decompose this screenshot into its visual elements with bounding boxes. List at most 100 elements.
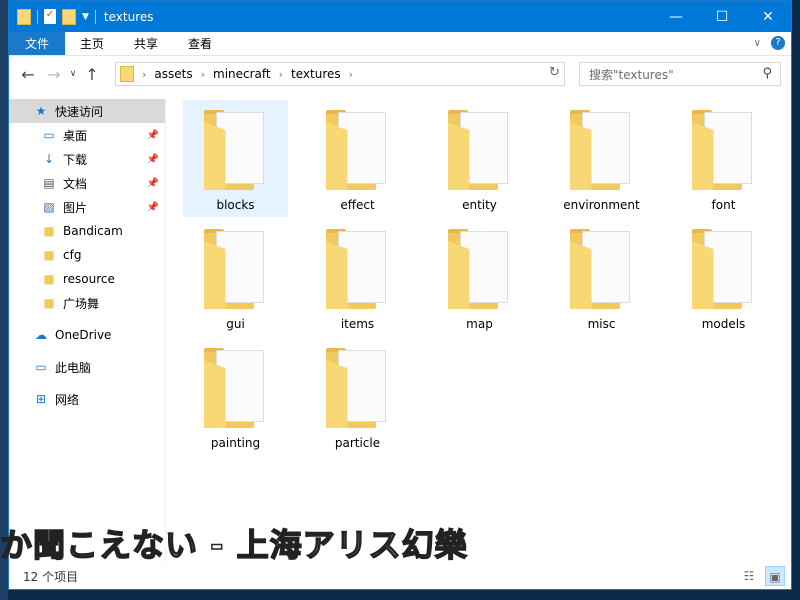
sidebar-item[interactable]: ↓ 下载 📌: [9, 147, 165, 171]
quick-access-toolbar: ✓ ▼: [17, 8, 96, 25]
sidebar-item-label: OneDrive: [55, 328, 112, 342]
folder-name: misc: [587, 317, 616, 331]
sidebar-item-label: 网络: [55, 392, 80, 407]
folder-name: environment: [563, 198, 640, 212]
folder-name: painting: [210, 436, 261, 450]
desktop-icon: ▭: [43, 128, 55, 142]
folder-item[interactable]: font: [671, 100, 776, 217]
maximize-button[interactable]: ☐: [699, 1, 745, 32]
properties-icon[interactable]: ✓: [44, 9, 56, 24]
divider: [94, 9, 96, 24]
sidebar-item[interactable]: ▭ 桌面 📌: [9, 123, 165, 147]
folder-icon: ■: [43, 248, 55, 262]
folder-item[interactable]: effect: [305, 100, 410, 217]
folder-item[interactable]: entity: [427, 100, 532, 217]
folder-icon: ■: [43, 224, 55, 238]
close-button[interactable]: ✕: [745, 1, 791, 32]
pin-icon[interactable]: 📌: [147, 178, 159, 189]
chevron-right-icon[interactable]: ›: [142, 68, 146, 81]
folder-item[interactable]: painting: [183, 338, 288, 455]
folder-icon: [120, 66, 134, 82]
navigation-pane: ★ 快速访问 ▭ 桌面 📌 ↓ 下载 📌 ▤ 文档 📌 ▨ 图片 📌 ■ Bandicam ■ cfg ■ resou…: [9, 99, 166, 564]
folder-name: gui: [226, 317, 245, 331]
subtitle-overlay: か聞こえない - 上海アリス幻樂: [0, 525, 468, 565]
folder-item[interactable]: environment: [549, 100, 654, 217]
folder-icon: [325, 110, 390, 190]
folder-name: models: [701, 317, 746, 331]
recent-locations-icon[interactable]: ∨: [67, 69, 79, 79]
sidebar-item[interactable]: ▨ 图片 📌: [9, 195, 165, 219]
folder-item[interactable]: blocks: [183, 100, 288, 217]
pin-icon[interactable]: 📌: [147, 202, 159, 213]
status-bar: 12 个项目 ☷ ▣: [9, 563, 791, 589]
sidebar-item[interactable]: ■ resource: [9, 267, 165, 291]
help-icon[interactable]: ?: [771, 36, 785, 50]
sidebar-item-label: cfg: [63, 248, 82, 262]
download-icon: ↓: [43, 152, 55, 166]
folder-icon: [569, 110, 634, 190]
sidebar-item[interactable]: ▤ 文档 📌: [9, 171, 165, 195]
sidebar-item[interactable]: ★ 快速访问: [9, 99, 165, 123]
search-icon: ⚲: [762, 66, 772, 81]
back-button[interactable]: ←: [15, 65, 41, 84]
folder-icon: [569, 229, 634, 309]
file-list: blocks effect entity environment font gui item…: [167, 99, 791, 564]
breadcrumb-textures[interactable]: textures: [291, 67, 341, 81]
folder-name: font: [711, 198, 736, 212]
tab-home[interactable]: 主页: [65, 32, 119, 55]
search-input[interactable]: 搜索"textures" ⚲: [579, 62, 781, 86]
folder-item[interactable]: items: [305, 219, 410, 336]
forward-button[interactable]: →: [41, 65, 67, 84]
large-icons-view-button[interactable]: ▣: [765, 566, 785, 586]
sidebar-item-label: resource: [63, 272, 115, 286]
pin-icon[interactable]: 📌: [147, 154, 159, 165]
sidebar-item[interactable]: ☁ OneDrive: [9, 323, 165, 347]
folder-item[interactable]: map: [427, 219, 532, 336]
folder-name: map: [466, 317, 493, 331]
sidebar-item-label: 图片: [63, 200, 88, 215]
folder-icon: [203, 110, 268, 190]
sidebar-item-label: 快速访问: [55, 104, 104, 119]
new-folder-icon[interactable]: [62, 8, 76, 25]
expand-ribbon-icon[interactable]: ∨: [754, 38, 761, 49]
breadcrumb-minecraft[interactable]: minecraft: [213, 67, 271, 81]
sidebar-item[interactable]: ■ cfg: [9, 243, 165, 267]
network-icon: ⊞: [35, 392, 47, 406]
address-bar-row: ← → ∨ ↑ › assets › minecraft › textures …: [9, 56, 791, 92]
sidebar-item[interactable]: ⊞ 网络: [9, 387, 165, 411]
tab-view[interactable]: 查看: [173, 32, 227, 55]
sidebar-item[interactable]: ■ 广场舞: [9, 291, 165, 315]
folder-item[interactable]: models: [671, 219, 776, 336]
tab-file[interactable]: 文件: [9, 32, 65, 55]
folder-item[interactable]: particle: [305, 338, 410, 455]
sidebar-item-label: 此电脑: [55, 360, 92, 375]
folder-name: entity: [462, 198, 497, 212]
chevron-right-icon[interactable]: ›: [201, 68, 205, 81]
customize-toolbar-icon[interactable]: ▼: [82, 12, 89, 22]
folder-item[interactable]: gui: [183, 219, 288, 336]
folder-name: blocks: [216, 198, 255, 212]
pin-icon[interactable]: 📌: [147, 130, 159, 141]
minimize-button[interactable]: —: [653, 1, 699, 32]
up-button[interactable]: ↑: [79, 65, 105, 84]
details-view-button[interactable]: ☷: [739, 566, 759, 586]
folder-name: effect: [340, 198, 375, 212]
tab-share[interactable]: 共享: [119, 32, 173, 55]
sidebar-item[interactable]: ■ Bandicam: [9, 219, 165, 243]
folder-name: particle: [334, 436, 381, 450]
chevron-right-icon[interactable]: ›: [279, 68, 283, 81]
address-bar[interactable]: › assets › minecraft › textures ›: [115, 62, 565, 86]
folder-icon: [203, 348, 268, 428]
breadcrumb-assets[interactable]: assets: [154, 67, 192, 81]
sidebar-item-label: 广场舞: [63, 296, 100, 311]
chevron-right-icon[interactable]: ›: [349, 68, 353, 81]
folder-icon: [325, 229, 390, 309]
folder-item[interactable]: misc: [549, 219, 654, 336]
sidebar-item-label: 桌面: [63, 128, 88, 143]
folder-icon: ■: [43, 272, 55, 286]
folder-icon: [203, 229, 268, 309]
explorer-window: ✓ ▼ textures — ☐ ✕ 文件 主页 共享 查看 ∨ ? ← → ∨…: [8, 0, 792, 590]
folder-name: items: [340, 317, 375, 331]
sidebar-item[interactable]: ▭ 此电脑: [9, 355, 165, 379]
refresh-button[interactable]: ↻: [549, 65, 560, 80]
